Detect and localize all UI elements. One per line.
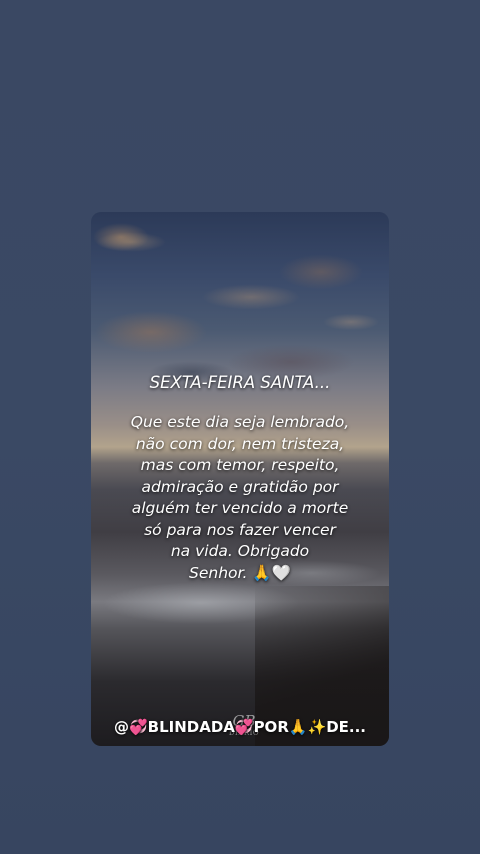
caption-body-text: Que este dia seja lembrado, não com dor,… xyxy=(130,413,350,582)
story-caption: SEXTA-FEIRA SANTA... Que este dia seja l… xyxy=(91,372,389,584)
username-footer[interactable]: @💞BLINDADA💞POR🙏✨DE... xyxy=(91,718,389,736)
caption-title: SEXTA-FEIRA SANTA... xyxy=(149,373,331,392)
praying-heart-emoji: 🙏🤍 xyxy=(252,563,291,582)
story-card[interactable]: SEXTA-FEIRA SANTA... Que este dia seja l… xyxy=(91,212,389,746)
caption-body: Que este dia seja lembrado, não com dor,… xyxy=(91,412,389,584)
story-viewer-screen: SEXTA-FEIRA SANTA... Que este dia seja l… xyxy=(0,0,480,854)
